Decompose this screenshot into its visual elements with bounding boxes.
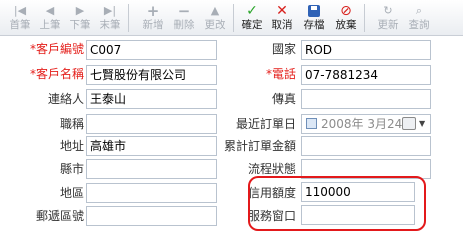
last-record-button[interactable]: ▶| 末筆 (96, 0, 124, 36)
confirm-button[interactable]: ✓ 確定 (238, 0, 266, 36)
next-record-icon: ▶ (75, 4, 85, 17)
add-button[interactable]: + 新增 (139, 0, 167, 36)
first-record-icon: |◀ (13, 4, 27, 17)
total-order-amount-label: 累計訂單金額 (223, 139, 296, 153)
magnifier-icon: ⌕ (415, 4, 423, 17)
save-button[interactable]: 存檔 (300, 0, 328, 36)
save-disk-icon (300, 3, 328, 19)
last-order-date-picker[interactable]: 2008年 3月24日 ▼ (301, 114, 431, 134)
process-status-label: 流程狀態 (247, 162, 296, 176)
toolbar: |◀ 首筆 ◀ 上筆 ▶ 下筆 ▶| 末筆 + 新增 − 刪除 ▲ 更改 ✓ 確… (0, 0, 463, 36)
no-entry-icon: ⊘ (340, 3, 352, 19)
phone-field[interactable]: 07-7881234 (301, 65, 431, 85)
previous-record-button[interactable]: ◀ 上筆 (36, 0, 64, 36)
customer-name-label: *客戶名稱 (29, 67, 84, 81)
contact-label: 連絡人 (47, 92, 84, 106)
phone-label: *電話 (265, 67, 296, 81)
delete-button[interactable]: − 刪除 (170, 0, 198, 36)
last-order-date-value: 2008年 3月24日 (321, 117, 415, 131)
contact-field[interactable]: 王泰山 (86, 89, 217, 109)
date-dropdown-button[interactable] (402, 117, 416, 130)
refresh-icon: ↻ (383, 4, 393, 17)
postal-code-label: 郵遞區號 (35, 209, 84, 223)
fax-field[interactable] (301, 89, 431, 109)
total-order-amount-field[interactable] (301, 136, 431, 156)
previous-record-icon: ◀ (45, 4, 55, 17)
country-field[interactable]: ROD (301, 40, 431, 60)
last-record-icon: ▶| (103, 4, 117, 17)
toolbar-separator (364, 4, 365, 32)
customer-name-field[interactable]: 七賢股份有限公司 (86, 65, 217, 85)
address-field[interactable]: 高雄市 (86, 136, 217, 156)
customer-no-field[interactable]: C007 (86, 40, 217, 60)
title-field[interactable] (86, 114, 217, 134)
minus-icon: − (177, 2, 191, 20)
plus-icon: + (146, 2, 160, 20)
area-label: 地區 (59, 186, 84, 200)
title-label: 職稱 (59, 117, 84, 131)
x-icon: ✕ (276, 3, 288, 19)
county-field[interactable] (86, 159, 217, 179)
toolbar-separator (128, 4, 129, 32)
next-record-button[interactable]: ▶ 下筆 (66, 0, 94, 36)
area-field[interactable] (86, 183, 217, 203)
refresh-button[interactable]: ↻ 更新 (374, 0, 402, 36)
country-label: 國家 (271, 42, 296, 56)
calendar-icon (306, 118, 317, 129)
customer-no-label: *客戶編號 (29, 42, 84, 56)
postal-code-field[interactable] (86, 206, 217, 226)
modify-button[interactable]: ▲ 更改 (201, 0, 229, 36)
last-order-date-label: 最近訂單日 (235, 117, 296, 131)
query-button[interactable]: ⌕ 查詢 (405, 0, 433, 36)
check-icon: ✓ (246, 3, 258, 19)
county-label: 縣市 (59, 162, 84, 176)
modify-icon: ▲ (210, 4, 220, 17)
address-label: 地址 (59, 139, 84, 153)
first-record-button[interactable]: |◀ 首筆 (6, 0, 34, 36)
cancel-button[interactable]: ✕ 取消 (268, 0, 296, 36)
discard-button[interactable]: ⊘ 放棄 (332, 0, 360, 36)
chevron-down-icon: ▼ (419, 119, 426, 128)
highlight-annotation (248, 176, 426, 231)
fax-label: 傳真 (271, 92, 296, 106)
